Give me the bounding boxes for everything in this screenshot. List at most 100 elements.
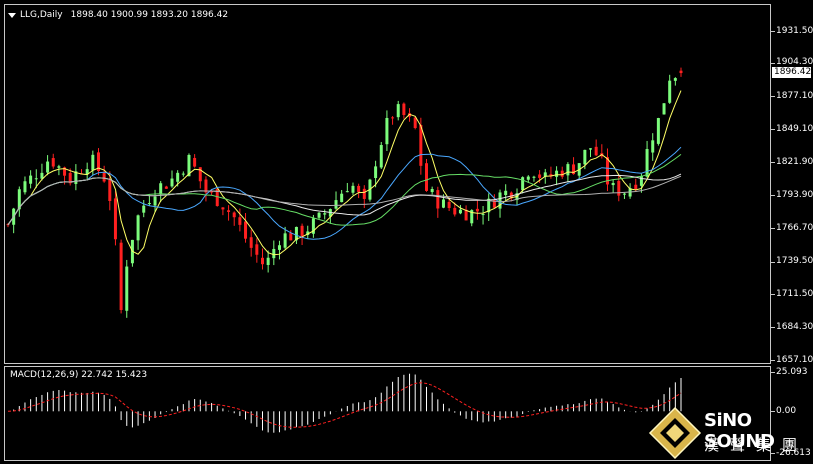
candle-body [113, 198, 117, 240]
macd-signal-line [7, 382, 682, 428]
candle-body [351, 185, 355, 193]
candle-body [385, 117, 389, 145]
current-price-marker: 1896.42 [772, 67, 812, 78]
price-tick [771, 162, 775, 163]
candle-body [125, 266, 129, 311]
candle-body [526, 176, 530, 180]
candle-body [425, 163, 429, 191]
price-tick [771, 294, 775, 295]
price-tick [771, 31, 775, 32]
candle-body [283, 233, 287, 248]
candle-body [419, 124, 423, 166]
chart-canvas[interactable] [0, 0, 813, 464]
candle-body [176, 172, 180, 182]
candle-body [396, 104, 400, 118]
candle-body [227, 210, 231, 212]
candle-body [673, 78, 677, 81]
candle-body [255, 244, 259, 255]
candle-body [413, 117, 417, 129]
candle-body [323, 213, 327, 215]
candle-body [153, 196, 157, 206]
candle-body [662, 103, 666, 115]
macd-label: MACD(12,26,9) 22.742 15.423 [10, 370, 148, 380]
candle-body [317, 212, 321, 218]
candle-body [244, 221, 248, 239]
candle-body [391, 117, 395, 119]
price-tick [771, 228, 775, 229]
price-tick [771, 360, 775, 361]
candle-body [441, 199, 445, 208]
candle-body [91, 154, 95, 171]
sino-sound-logo: SiNO SOUND 漢聲集團 [648, 404, 813, 464]
ohlc-values: 1898.40 1900.99 1893.20 1896.42 [70, 10, 229, 20]
candle-body [475, 208, 479, 212]
candle-body [589, 148, 593, 150]
candle-body [272, 248, 276, 259]
price-tick [771, 195, 775, 196]
candle-body [594, 146, 598, 156]
candle-body [453, 207, 457, 215]
chart-window[interactable]: LLG,Daily 1898.40 1900.99 1893.20 1896.4… [0, 0, 813, 464]
candle-body [23, 181, 27, 193]
candle-body [656, 118, 660, 144]
price-label: 1739.50 [776, 256, 813, 266]
candle-body [583, 149, 587, 165]
candle-body [402, 103, 406, 115]
candle-body [232, 212, 236, 218]
price-label: 1877.10 [776, 91, 813, 101]
candle-body [210, 191, 214, 193]
macd-tick [771, 372, 775, 373]
candle-body [651, 140, 655, 153]
candle-body [679, 70, 683, 74]
candle-body [566, 164, 570, 176]
candle-body [617, 180, 621, 196]
price-tick [771, 63, 775, 64]
candle-body [181, 173, 185, 175]
candle-body [639, 175, 643, 186]
logo-emblem-icon [648, 406, 702, 460]
candle-body [159, 183, 163, 194]
candle-body [51, 158, 55, 167]
candle-body [458, 209, 462, 214]
candle-body [46, 161, 50, 173]
candle-body [289, 233, 293, 241]
candle-body [102, 172, 106, 182]
price-label: 1793.90 [776, 190, 813, 200]
candle-body [277, 245, 281, 250]
candle-body [498, 192, 502, 209]
candle-body [266, 257, 270, 265]
candle-body [611, 182, 615, 186]
candle-body [481, 214, 485, 216]
candle-body [668, 80, 672, 103]
price-label: 1931.50 [776, 26, 813, 36]
candle-body [119, 242, 123, 310]
candle-body [29, 175, 33, 184]
logo-name-cn: 漢聲集團 [704, 436, 809, 454]
candle-body [362, 188, 366, 199]
candle-body [464, 209, 468, 221]
price-tick [771, 262, 775, 263]
candle-body [634, 184, 638, 190]
candle-body [504, 190, 508, 196]
price-label: 1711.50 [776, 289, 813, 299]
candle-body [193, 157, 197, 167]
price-scale[interactable]: 1931.50 1904.30 1896.42 1877.10 1849.10 … [771, 0, 813, 464]
candle-body [260, 257, 264, 265]
macd-axis-label: 25.093 [776, 367, 808, 377]
dropdown-arrow-icon[interactable] [8, 13, 16, 18]
price-label: 1657.10 [776, 355, 813, 365]
candle-body [340, 193, 344, 203]
candle-body [334, 200, 338, 209]
candle-body [221, 207, 225, 210]
price-tick [771, 129, 775, 130]
candle-body [538, 174, 542, 178]
price-label: 1904.30 [776, 57, 813, 67]
candle-body [622, 193, 626, 195]
price-label: 1766.70 [776, 223, 813, 233]
candle-body [379, 145, 383, 168]
candle-body [249, 237, 253, 248]
candle-body [164, 186, 168, 189]
candle-body [645, 149, 649, 177]
candle-body [357, 185, 361, 193]
price-label: 1684.30 [776, 322, 813, 332]
